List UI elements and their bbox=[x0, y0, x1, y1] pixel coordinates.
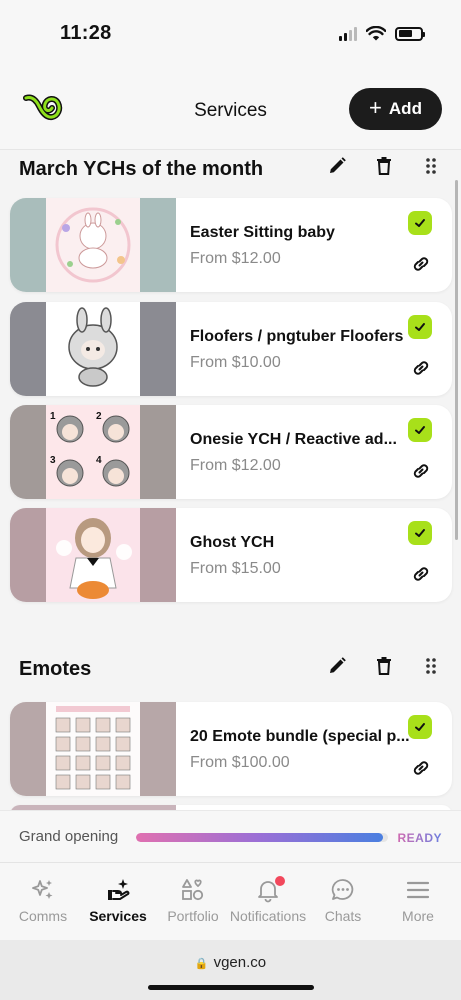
services-icon bbox=[108, 879, 130, 900]
delete-trash-icon[interactable] bbox=[374, 156, 394, 176]
service-title: Ghost YCH bbox=[190, 534, 275, 551]
delete-trash-icon[interactable] bbox=[374, 656, 394, 676]
wifi-icon bbox=[366, 26, 386, 41]
copy-link-icon[interactable] bbox=[410, 460, 432, 482]
tab-label: More bbox=[402, 908, 434, 924]
edit-pencil-icon[interactable] bbox=[327, 656, 347, 676]
browser-address-bar[interactable]: 🔒 vgen.co bbox=[0, 940, 461, 1000]
copy-link-icon[interactable] bbox=[410, 563, 432, 585]
service-card[interactable]: 20 Emote bundle (special p... From $100.… bbox=[10, 702, 452, 796]
app-header: Services + Add bbox=[0, 70, 461, 150]
notification-badge bbox=[275, 876, 285, 886]
service-title: Easter Sitting baby bbox=[190, 224, 335, 241]
tab-label: Comms bbox=[18, 908, 68, 924]
plus-icon: + bbox=[369, 95, 382, 120]
home-indicator[interactable] bbox=[148, 985, 314, 990]
lock-icon: 🔒 bbox=[194, 958, 209, 970]
svg-text:3: 3 bbox=[50, 455, 56, 466]
published-check-icon[interactable] bbox=[408, 315, 432, 339]
status-bar: 11:28 bbox=[0, 0, 461, 70]
url-display[interactable]: 🔒 vgen.co bbox=[0, 954, 461, 971]
scrollbar[interactable] bbox=[455, 180, 458, 540]
service-thumbnail bbox=[10, 508, 176, 602]
service-card[interactable]: Floofers / pngtuber Floofers From $10.00 bbox=[10, 302, 452, 396]
published-check-icon[interactable] bbox=[408, 521, 432, 545]
battery-icon bbox=[395, 26, 425, 41]
section-title: March YCHs of the month bbox=[19, 158, 264, 180]
tab-chats[interactable]: Chats bbox=[306, 863, 380, 940]
status-icons bbox=[339, 26, 425, 41]
chat-icon bbox=[331, 879, 354, 900]
section-header: March YCHs of the month bbox=[0, 150, 461, 190]
service-price: From $100.00 bbox=[190, 754, 290, 771]
status-time: 11:28 bbox=[60, 22, 112, 44]
cellular-signal-icon bbox=[339, 26, 357, 41]
service-thumbnail bbox=[10, 198, 176, 292]
grand-opening-progress[interactable]: Grand opening READY bbox=[0, 810, 461, 862]
shapes-icon bbox=[182, 879, 204, 901]
service-price: From $12.00 bbox=[190, 250, 281, 267]
progress-label: Grand opening bbox=[19, 828, 119, 845]
drag-handle-icon[interactable] bbox=[421, 656, 441, 676]
add-button-label: Add bbox=[388, 99, 422, 118]
tab-label: Services bbox=[89, 908, 147, 924]
tab-label: Chats bbox=[324, 908, 362, 924]
copy-link-icon[interactable] bbox=[410, 757, 432, 779]
service-card[interactable]: Ghost YCH From $15.00 bbox=[10, 508, 452, 602]
progress-track bbox=[136, 833, 388, 842]
published-check-icon[interactable] bbox=[408, 418, 432, 442]
progress-fill bbox=[136, 833, 383, 842]
svg-text:4: 4 bbox=[96, 455, 102, 466]
svg-text:1: 1 bbox=[50, 411, 56, 422]
service-thumbnail bbox=[10, 702, 176, 796]
progress-status: READY bbox=[397, 831, 442, 845]
service-title: Floofers / pngtuber Floofers bbox=[190, 328, 404, 345]
service-price: From $15.00 bbox=[190, 560, 281, 577]
tab-label: Portfolio bbox=[167, 908, 219, 924]
service-price: From $10.00 bbox=[190, 354, 281, 371]
add-button[interactable]: + Add bbox=[349, 88, 442, 130]
service-price: From $12.00 bbox=[190, 457, 281, 474]
tab-more[interactable]: More bbox=[381, 863, 455, 940]
section-title: Emotes bbox=[19, 658, 92, 680]
service-title: 20 Emote bundle (special p... bbox=[190, 728, 410, 745]
section-header: Emotes bbox=[0, 650, 461, 690]
bottom-tab-bar: Comms Services Portfolio Notifications C… bbox=[0, 862, 461, 940]
service-card[interactable]: Easter Sitting baby From $12.00 bbox=[10, 198, 452, 292]
published-check-icon[interactable] bbox=[408, 715, 432, 739]
service-card[interactable]: 1 2 3 4 Onesie YCH / Reactive ad... From… bbox=[10, 405, 452, 499]
url-text: vgen.co bbox=[213, 954, 267, 971]
tab-comms[interactable]: Comms bbox=[6, 863, 80, 940]
copy-link-icon[interactable] bbox=[410, 253, 432, 275]
published-check-icon[interactable] bbox=[408, 211, 432, 235]
copy-link-icon[interactable] bbox=[410, 357, 432, 379]
svg-text:2: 2 bbox=[96, 411, 102, 422]
edit-pencil-icon[interactable] bbox=[327, 156, 347, 176]
service-thumbnail bbox=[10, 302, 176, 396]
menu-icon bbox=[406, 881, 430, 899]
sparkles-icon bbox=[32, 880, 53, 899]
services-list[interactable]: March YCHs of the month Easter Sitting b… bbox=[0, 150, 461, 810]
service-title: Onesie YCH / Reactive ad... bbox=[190, 431, 397, 448]
service-thumbnail: 1 2 3 4 bbox=[10, 405, 176, 499]
tab-services[interactable]: Services bbox=[81, 863, 155, 940]
tab-notifications[interactable]: Notifications bbox=[229, 863, 307, 940]
tab-label: Notifications bbox=[229, 908, 307, 924]
tab-portfolio[interactable]: Portfolio bbox=[156, 863, 230, 940]
drag-handle-icon[interactable] bbox=[421, 156, 441, 176]
